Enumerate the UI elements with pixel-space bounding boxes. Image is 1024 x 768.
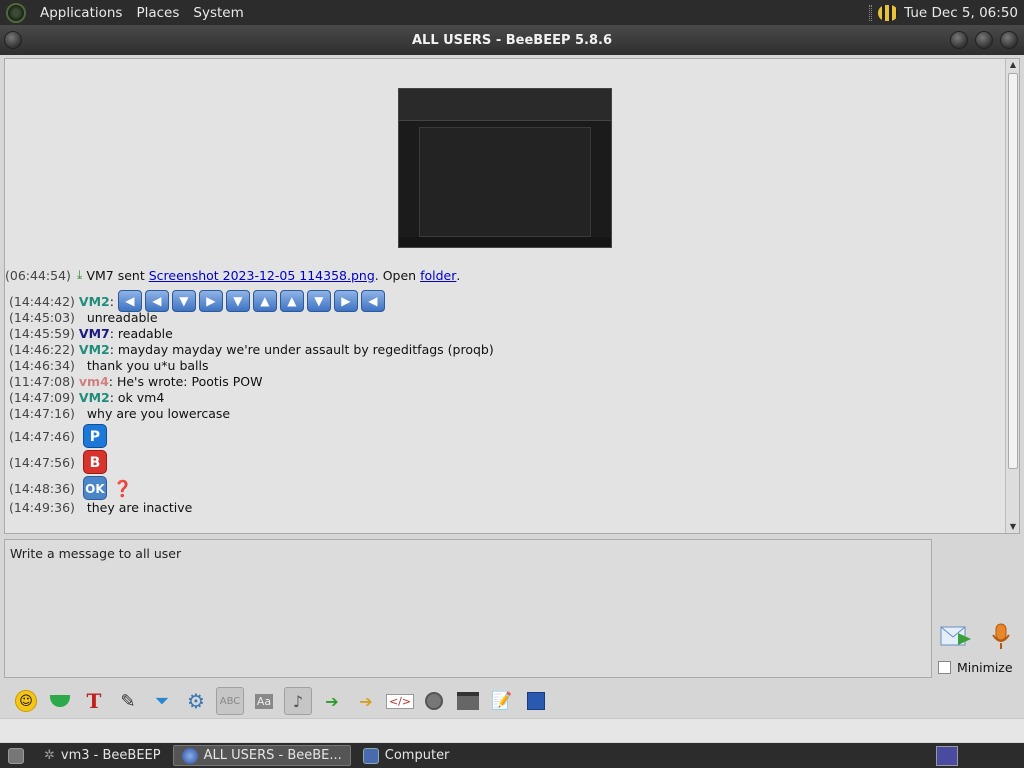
settings-gear-icon[interactable]: ⚙ — [182, 687, 210, 715]
maximize-button[interactable] — [975, 31, 993, 49]
menu-places[interactable]: Places — [130, 5, 185, 21]
download-icon: ⤓ — [76, 267, 83, 282]
note-icon[interactable]: 📝 — [488, 687, 516, 715]
window-titlebar[interactable]: ALL USERS - BeeBEEP 5.8.6 — [0, 25, 1024, 55]
arrow-emoji-icon: ▶ — [333, 290, 358, 312]
chat-scrollbar[interactable]: ▲ ▼ — [1005, 59, 1019, 533]
show-desktop-button[interactable] — [0, 745, 32, 766]
status-bar — [0, 718, 1024, 742]
microphone-icon[interactable] — [990, 623, 1012, 651]
ok-emoji-icon: OK — [82, 476, 107, 500]
screenshot-thumbnail[interactable] — [398, 88, 612, 248]
minimize-checkbox[interactable] — [938, 661, 951, 674]
close-button[interactable] — [1000, 31, 1018, 49]
arrow-emoji-icon: ◀ — [360, 290, 385, 312]
list-item: (14:46:22) VM2: mayday mayday we're unde… — [9, 341, 494, 357]
puzzle-icon: ✲ — [44, 748, 55, 763]
beebeep-tray-icon[interactable] — [878, 4, 899, 21]
arrow-emoji-icon: ▼ — [171, 290, 196, 312]
list-item: (14:48:36) OK ❓ — [9, 475, 133, 501]
minimize-label: Minimize — [957, 660, 1013, 675]
question-mark-icon: ❓ — [112, 478, 133, 498]
scroll-down-icon[interactable]: ▼ — [1006, 521, 1019, 533]
screenshot-icon[interactable] — [454, 687, 482, 715]
beebeep-app-icon — [181, 747, 198, 764]
send-panel: Minimize — [936, 539, 1024, 678]
code-icon[interactable]: </> — [385, 687, 415, 715]
window-title: ALL USERS - BeeBEEP 5.8.6 — [411, 32, 613, 48]
b-emoji-icon: B — [82, 450, 107, 474]
list-item: (14:46:34) thank you u*u balls — [9, 357, 209, 373]
record-icon[interactable] — [420, 687, 448, 715]
message-placeholder: Write a message to all user — [10, 546, 182, 561]
minimize-button[interactable] — [950, 31, 968, 49]
arrow-emoji-icon: ▶ — [198, 290, 223, 312]
list-item: (14:49:36) they are inactive — [9, 499, 193, 515]
color-pen-icon[interactable]: ✎ — [114, 687, 142, 715]
folder-link[interactable]: folder — [420, 268, 456, 283]
p-emoji-icon: P — [82, 424, 107, 448]
list-item: (14:44:42) VM2: ◀ ◀ ▼ ▶ ▼ ▲ ▲ ▼ ▶ ◀ — [9, 290, 388, 312]
list-item: (14:47:16) why are you lowercase — [9, 405, 231, 421]
task-computer[interactable]: Computer — [355, 745, 458, 766]
send-file-icon[interactable]: ➔ — [318, 687, 346, 715]
arrow-emoji-icon: ▲ — [252, 290, 277, 312]
window-menu-button[interactable] — [4, 31, 22, 49]
menu-system[interactable]: System — [187, 5, 249, 21]
spellcheck-icon[interactable]: ABC — [216, 687, 244, 715]
file-link[interactable]: Screenshot 2023-12-05 114358.png — [149, 268, 375, 283]
task-all-users[interactable]: ALL USERS - BeeBE... — [172, 745, 351, 766]
music-note-icon[interactable]: ♪ — [284, 687, 312, 715]
list-item: (14:45:03) unreadable — [9, 309, 158, 325]
distro-logo-icon[interactable] — [6, 2, 26, 23]
top-panel: Applications Places System Tue Dec 5, 06… — [0, 0, 1024, 25]
chat-history[interactable]: (06:44:54) ⤓ VM7 sent Screenshot 2023-12… — [4, 58, 1020, 534]
list-item: (14:47:46) P — [9, 423, 107, 449]
arrow-emoji-icon: ▼ — [306, 290, 331, 312]
file-transfer-line: (06:44:54) ⤓ VM7 sent Screenshot 2023-12… — [5, 267, 461, 283]
menu-applications[interactable]: Applications — [34, 5, 128, 21]
arrow-emoji-sequence: ◀ ◀ ▼ ▶ ▼ ▲ ▲ ▼ ▶ ◀ — [117, 290, 388, 312]
save-icon[interactable] — [522, 687, 550, 715]
list-item: (14:47:09) VM2: ok vm4 — [9, 389, 165, 405]
download-tray-icon[interactable] — [46, 687, 74, 715]
send-icon[interactable] — [940, 625, 972, 649]
workspace-switcher[interactable] — [936, 745, 958, 766]
toolbar: ☺ T ✎ ⏷ ⚙ ABC Aa ♪ ➔ ➔ </> 📝 — [0, 684, 1024, 718]
scroll-thumb[interactable] — [1008, 73, 1018, 469]
taskbar: ✲ vm3 - BeeBEEP ALL USERS - BeeBE... Com… — [0, 743, 1024, 768]
panel-separator — [869, 4, 873, 21]
task-vm3[interactable]: ✲ vm3 - BeeBEEP — [36, 745, 169, 766]
smiley-icon[interactable]: ☺ — [12, 687, 40, 715]
filter-icon[interactable]: ⏷ — [148, 687, 176, 715]
font-icon[interactable]: Aa — [250, 687, 278, 715]
list-item: (11:47:08) vm4: He's wrote: Pootis POW — [9, 373, 263, 389]
arrow-emoji-icon: ▲ — [279, 290, 304, 312]
computer-icon — [362, 747, 379, 764]
send-folder-icon[interactable]: ➔ — [352, 687, 380, 715]
clock[interactable]: Tue Dec 5, 06:50 — [904, 5, 1018, 21]
text-format-icon[interactable]: T — [80, 687, 108, 715]
list-item: (14:47:56) B — [9, 449, 107, 475]
message-input[interactable]: Write a message to all user — [4, 539, 932, 678]
scroll-up-icon[interactable]: ▲ — [1006, 59, 1019, 71]
list-item: (14:45:59) VM7: readable — [9, 325, 173, 341]
arrow-emoji-icon: ▼ — [225, 290, 250, 312]
